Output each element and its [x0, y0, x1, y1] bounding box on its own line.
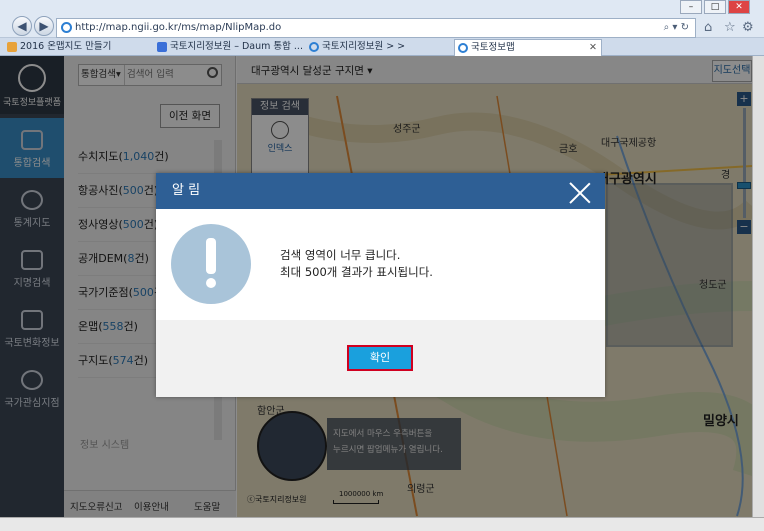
alert-dialog: 알 림 검색 영역이 너무 큽니다. 최대 500개 결과가 표시됩니다. 확인 — [156, 173, 605, 397]
maximize-button[interactable]: □ — [704, 0, 726, 14]
ie-icon — [61, 22, 72, 33]
close-window-button[interactable]: ✕ — [728, 0, 750, 14]
tab-ngii[interactable]: 국토지리정보원 > > — [306, 39, 452, 56]
back-button[interactable]: ◀ — [12, 16, 32, 36]
browser-toolbar: ◀ ▶ http://map.ngii.go.kr/ms/map/NlipMap… — [0, 0, 764, 38]
close-tab-icon[interactable]: ✕ — [589, 40, 597, 56]
right-scrollbar[interactable] — [752, 56, 764, 517]
settings-gear-icon[interactable]: ⚙ — [742, 20, 754, 35]
tab-onmap[interactable]: 2016 온맵지도 만들기 — [4, 39, 152, 56]
search-refresh-icons[interactable]: ⌕ ▾ ↻ — [664, 19, 689, 37]
tab-daum[interactable]: 국토지리정보원 – Daum 통합 ... — [154, 39, 304, 56]
close-icon[interactable] — [569, 181, 591, 203]
alert-message-line1: 검색 영역이 너무 큽니다. — [280, 248, 401, 262]
bottom-scrollbar[interactable] — [0, 517, 764, 531]
daum-icon — [157, 42, 167, 52]
minimize-button[interactable]: – — [680, 0, 702, 14]
warning-icon — [171, 224, 251, 304]
folder-icon — [7, 42, 17, 52]
browser-tab-bar: 2016 온맵지도 만들기 국토지리정보원 – Daum 통합 ... 국토지리… — [0, 38, 764, 56]
address-bar[interactable]: http://map.ngii.go.kr/ms/map/NlipMap.do … — [56, 18, 696, 38]
alert-footer: 확인 — [156, 320, 605, 397]
url-text: http://map.ngii.go.kr/ms/map/NlipMap.do — [75, 22, 282, 33]
alert-title: 알 림 — [156, 173, 605, 209]
home-icon[interactable]: ⌂ — [704, 20, 712, 35]
favorites-star-icon[interactable]: ☆ — [724, 20, 736, 35]
confirm-button[interactable]: 확인 — [347, 345, 413, 371]
ie-icon — [458, 43, 468, 53]
forward-button[interactable]: ▶ — [34, 16, 54, 36]
alert-message-line2: 최대 500개 결과가 표시됩니다. — [280, 265, 433, 279]
tab-nlip-map[interactable]: 국토정보맵 ✕ — [454, 39, 602, 56]
ie-icon — [309, 42, 319, 52]
